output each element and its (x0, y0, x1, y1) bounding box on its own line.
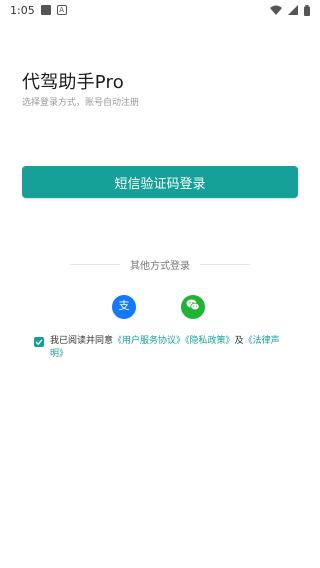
wechat-login-button[interactable] (181, 295, 205, 319)
svg-text:支: 支 (119, 299, 130, 312)
divider-line-right (200, 264, 250, 265)
app-title: 代驾助手Pro (22, 72, 124, 93)
battery-icon (304, 4, 310, 16)
notification-a-icon: A (56, 5, 67, 15)
status-right (270, 4, 310, 16)
agreement-checkbox[interactable] (34, 337, 44, 347)
signal-icon (288, 5, 298, 15)
alipay-login-button[interactable]: 支 (112, 295, 136, 319)
check-icon (35, 339, 43, 346)
agreement-text: 我已阅读并同意《用户服务协议》《隐私政策》及《法律声明》 (50, 335, 284, 361)
sms-login-button[interactable]: 短信验证码登录 (22, 166, 298, 198)
user-service-agreement-link[interactable]: 《用户服务协议》 (113, 336, 185, 346)
agreement-and: 及 (234, 336, 244, 346)
login-subtitle: 选择登录方式，账号自动注册 (22, 98, 140, 108)
status-bar: 1:05 A (0, 0, 320, 20)
status-time: 1:05 (10, 3, 35, 17)
other-methods-divider: 其他方式登录 (70, 257, 250, 272)
wechat-icon (185, 297, 201, 317)
notification-square-icon (40, 5, 51, 15)
agreement-row: 我已阅读并同意《用户服务协议》《隐私政策》及《法律声明》 (34, 335, 284, 361)
other-methods-label: 其他方式登录 (130, 261, 190, 272)
agreement-prefix: 我已阅读并同意 (50, 336, 114, 346)
alipay-icon: 支 (116, 297, 132, 317)
status-left: 1:05 A (10, 4, 67, 17)
divider-line-left (70, 264, 120, 265)
wifi-icon (270, 5, 282, 15)
privacy-policy-link[interactable]: 《隐私政策》 (185, 336, 235, 346)
